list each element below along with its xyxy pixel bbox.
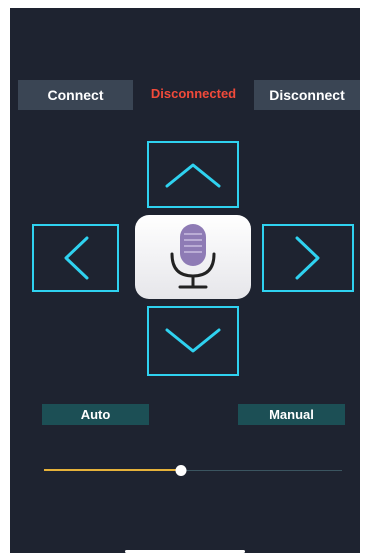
chevron-left-icon bbox=[64, 236, 88, 280]
chevron-down-icon bbox=[165, 328, 221, 353]
speed-slider[interactable] bbox=[44, 465, 342, 476]
chevron-up-icon bbox=[165, 163, 221, 187]
disconnect-button[interactable]: Disconnect bbox=[254, 80, 360, 110]
auto-button[interactable]: Auto bbox=[42, 404, 149, 425]
chevron-right-icon bbox=[295, 236, 320, 280]
microphone-icon bbox=[170, 224, 216, 289]
right-button[interactable] bbox=[262, 224, 354, 292]
left-button[interactable] bbox=[32, 224, 119, 292]
slider-thumb[interactable] bbox=[175, 465, 187, 476]
home-indicator bbox=[125, 550, 245, 553]
microphone-button[interactable] bbox=[135, 215, 251, 299]
connect-button[interactable]: Connect bbox=[18, 80, 133, 110]
connection-status: Disconnected bbox=[150, 86, 237, 101]
down-button[interactable] bbox=[147, 306, 239, 376]
app-screen: Connect Disconnected Disconnect Auto Man… bbox=[10, 8, 360, 553]
slider-fill bbox=[44, 469, 182, 471]
manual-button[interactable]: Manual bbox=[238, 404, 345, 425]
up-button[interactable] bbox=[147, 141, 239, 208]
